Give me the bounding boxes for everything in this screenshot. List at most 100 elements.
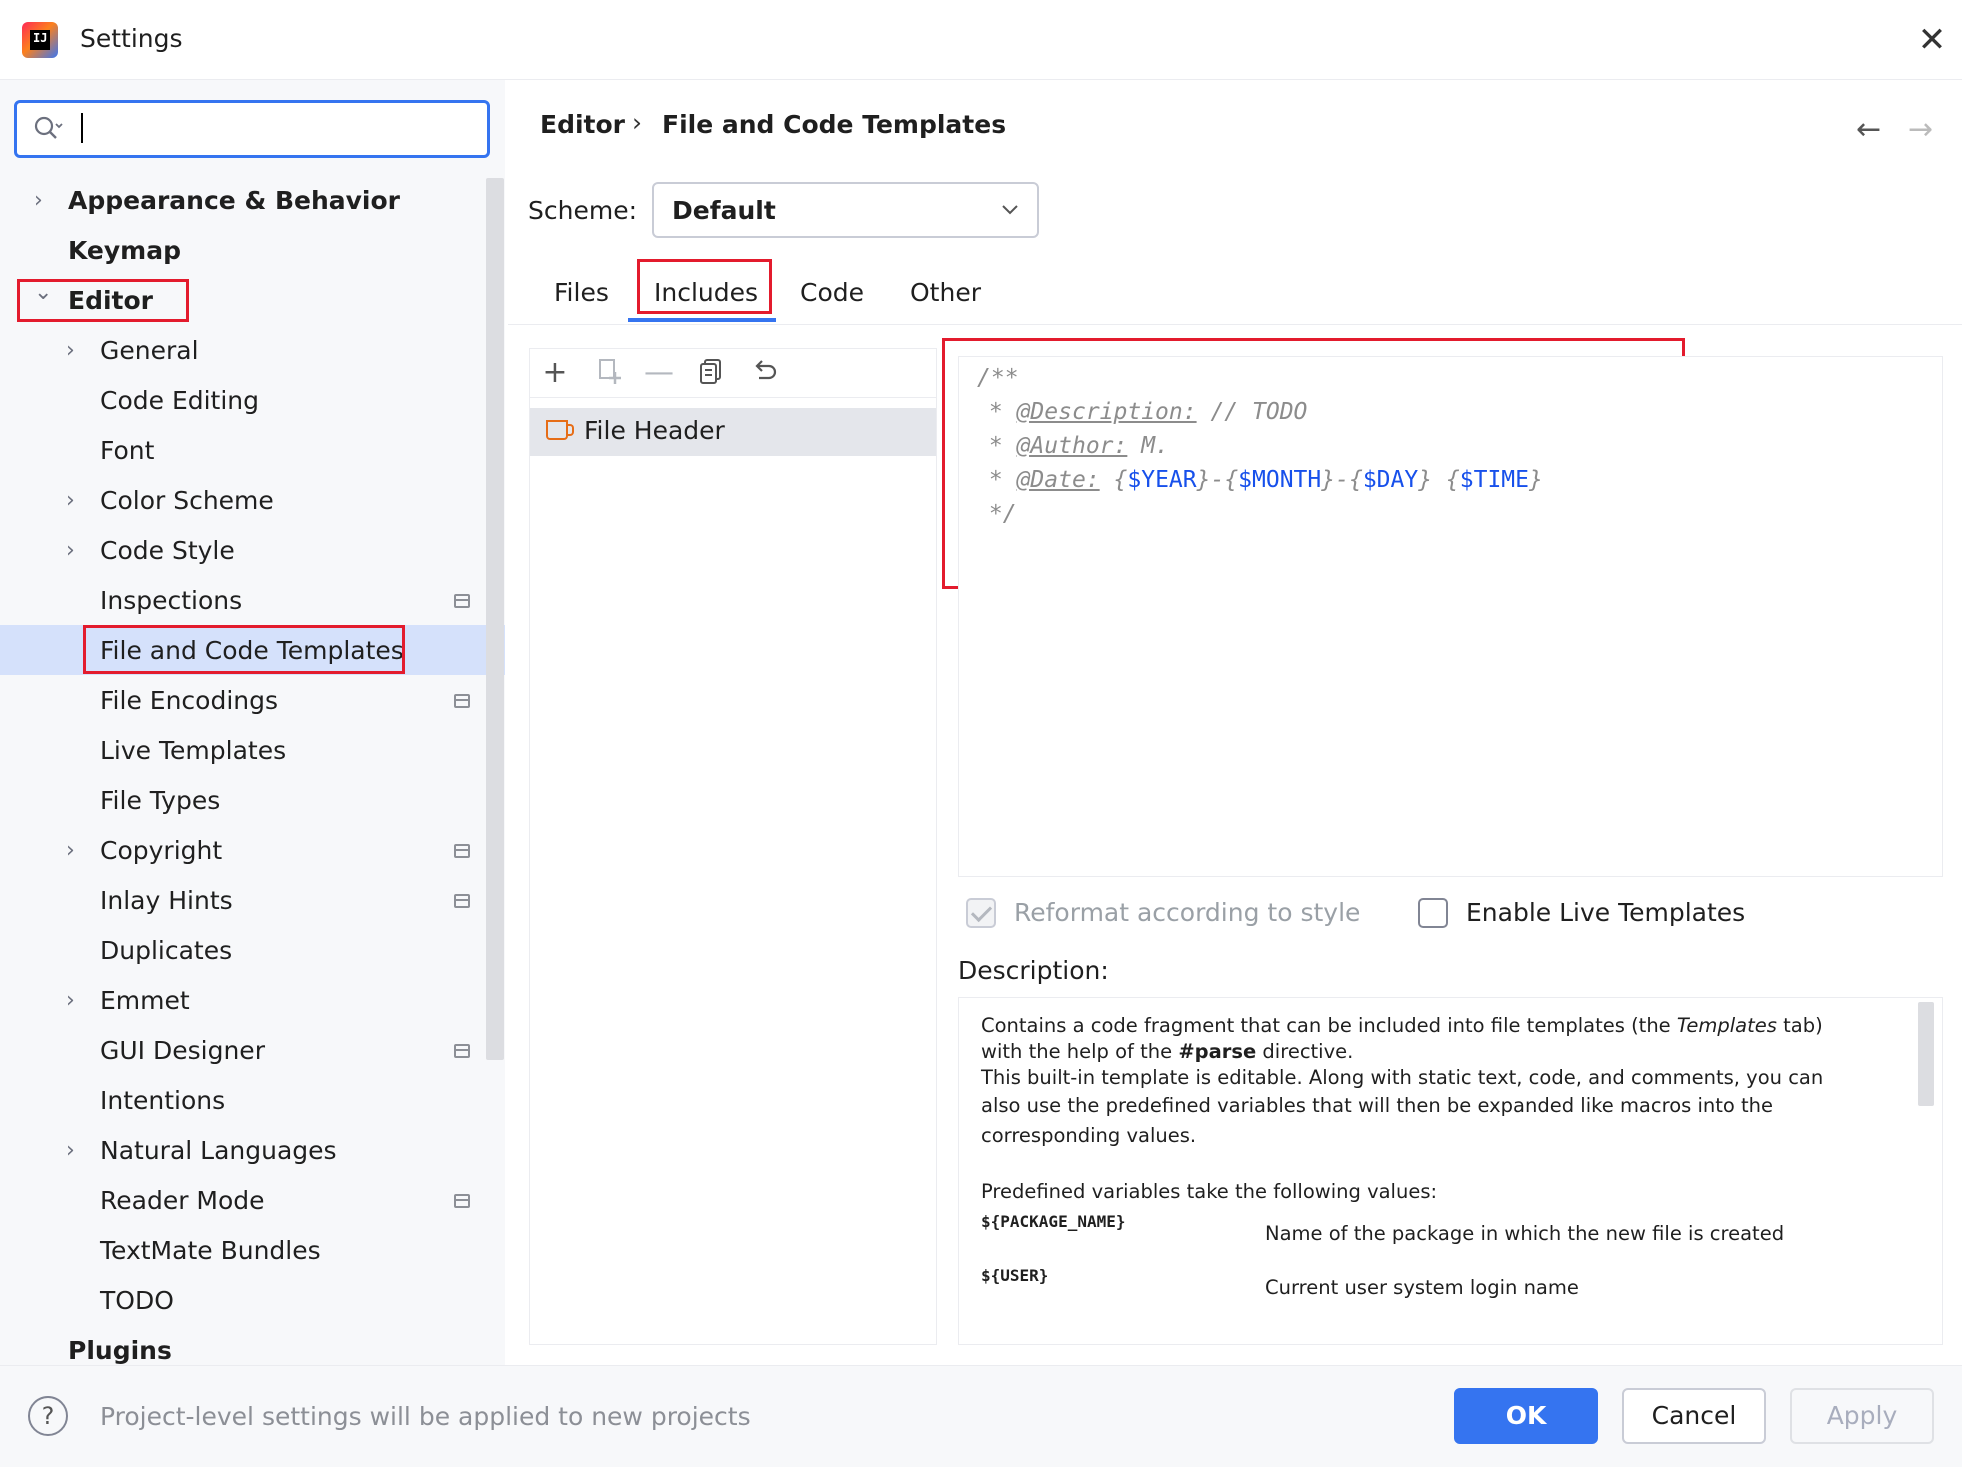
comment-star: * [988, 433, 1003, 459]
back-arrow-icon[interactable]: ← [1856, 112, 1881, 147]
page-title: File and Code Templates [662, 110, 1007, 139]
project-level-icon [454, 594, 470, 608]
variable-month: $MONTH [1238, 467, 1322, 493]
intellij-logo-icon: IJ [22, 22, 58, 58]
description-line-6: Predefined variables take the following … [981, 1180, 1438, 1203]
project-level-icon [454, 844, 470, 858]
title-bar [0, 0, 1962, 80]
code-line-5: */ [975, 501, 1017, 527]
description-line-4: also use the predefined variables that w… [981, 1094, 1774, 1117]
template-include-icon [546, 420, 574, 440]
sidebar-item-file-and-code-templates[interactable]: File and Code Templates [100, 626, 404, 676]
scheme-label: Scheme: [528, 196, 637, 225]
breadcrumb-separator: › [632, 108, 642, 137]
sidebar-item-duplicates[interactable]: Duplicates [100, 926, 232, 976]
tab-code[interactable]: Code [800, 278, 864, 307]
description-line-3: This built-in template is editable. Alon… [981, 1066, 1824, 1089]
sidebar-item-emmet[interactable]: Emmet [100, 976, 190, 1026]
sidebar-item-font[interactable]: Font [100, 426, 154, 476]
footer-note: Project-level settings will be applied t… [100, 1402, 751, 1431]
comment-open: /** [977, 365, 1019, 391]
chevron-right-icon[interactable]: › [66, 1126, 75, 1176]
author-value: M. [1141, 433, 1169, 459]
sidebar-item-code-style[interactable]: Code Style [100, 526, 235, 576]
sidebar-item-inlay-hints[interactable]: Inlay Hints [100, 876, 233, 926]
template-list-panel [529, 348, 937, 1345]
chevron-right-icon[interactable]: › [34, 176, 43, 226]
comment-star: * [988, 467, 1003, 493]
settings-search-input[interactable] [14, 100, 490, 158]
sidebar-item-inspections[interactable]: Inspections [100, 576, 242, 626]
chevron-down-icon[interactable]: ⌄ [34, 268, 52, 318]
variable-description: Current user system login name [1265, 1276, 1579, 1299]
description-value: // TODO [1210, 399, 1308, 425]
sidebar-scrollbar[interactable] [486, 178, 504, 1060]
project-level-icon [454, 1044, 470, 1058]
tab-files[interactable]: Files [554, 278, 609, 307]
variable-name: ${PACKAGE_NAME} [981, 1212, 1126, 1231]
template-code-editor[interactable]: /** * @Description: // TODO * @Author: M… [958, 356, 1943, 877]
copy-icon[interactable] [695, 356, 727, 390]
enable-live-templates-checkbox[interactable] [1418, 898, 1448, 928]
sidebar-item-live-templates[interactable]: Live Templates [100, 726, 286, 776]
sidebar-item-todo[interactable]: TODO [100, 1276, 174, 1326]
project-level-icon [454, 694, 470, 708]
sidebar-item-gui-designer[interactable]: GUI Designer [100, 1026, 265, 1076]
chevron-right-icon[interactable]: › [66, 326, 75, 376]
project-level-icon [454, 894, 470, 908]
description-line-1: Contains a code fragment that can be inc… [981, 1014, 1823, 1037]
description-label: Description: [958, 956, 1109, 985]
sidebar-item-file-encodings[interactable]: File Encodings [100, 676, 278, 726]
scheme-dropdown[interactable]: Default [652, 182, 1039, 238]
help-icon[interactable]: ? [28, 1396, 68, 1436]
enable-live-templates-label[interactable]: Enable Live Templates [1466, 898, 1745, 927]
list-item-file-header[interactable]: File Header [530, 408, 936, 456]
close-icon[interactable]: ✕ [1912, 22, 1952, 62]
cancel-button[interactable]: Cancel [1622, 1388, 1766, 1444]
sidebar-item-intentions[interactable]: Intentions [100, 1076, 225, 1126]
comment-star: * [988, 399, 1003, 425]
code-line-4: * @Date: {$YEAR}-{$MONTH}-{$DAY} {$TIME} [988, 467, 1543, 493]
sidebar-item-keymap[interactable]: Keymap [68, 226, 181, 276]
author-tag: @Author: [1016, 433, 1128, 459]
sidebar-item-copyright[interactable]: Copyright [100, 826, 222, 876]
reset-icon[interactable] [748, 356, 780, 390]
sidebar-item-natural-languages[interactable]: Natural Languages [100, 1126, 337, 1176]
description-tag: @Description: [1016, 399, 1197, 425]
variable-name: ${USER} [981, 1266, 1049, 1285]
code-line-1: /** [977, 365, 1019, 391]
sidebar-item-appearance-behavior[interactable]: Appearance & Behavior [68, 176, 400, 226]
chevron-down-icon [1002, 205, 1018, 215]
chevron-right-icon[interactable]: › [66, 476, 75, 526]
remove-icon: — [644, 355, 674, 390]
reformat-checkbox [966, 898, 996, 928]
description-panel: Contains a code fragment that can be inc… [958, 997, 1943, 1345]
sidebar-item-code-editing[interactable]: Code Editing [100, 376, 259, 426]
project-level-icon [454, 1194, 470, 1208]
comment-close: */ [988, 501, 1017, 527]
sidebar-item-editor[interactable]: Editor [68, 276, 153, 326]
variable-description: Name of the package in which the new fil… [1265, 1222, 1785, 1245]
breadcrumb-parent[interactable]: Editor [540, 110, 625, 139]
ok-button[interactable]: OK [1454, 1388, 1598, 1444]
chevron-right-icon[interactable]: › [66, 826, 75, 876]
date-tag: @Date: [1016, 467, 1100, 493]
add-child-icon [594, 356, 626, 390]
sidebar-item-general[interactable]: General [100, 326, 199, 376]
search-icon [34, 116, 63, 139]
code-line-2: * @Description: // TODO [975, 399, 1308, 425]
chevron-right-icon[interactable]: › [66, 526, 75, 576]
apply-button: Apply [1790, 1388, 1934, 1444]
sidebar-item-reader-mode[interactable]: Reader Mode [100, 1176, 265, 1226]
add-icon[interactable]: + [539, 356, 571, 390]
sidebar-item-file-types[interactable]: File Types [100, 776, 220, 826]
description-line-5: corresponding values. [981, 1124, 1197, 1147]
tab-other[interactable]: Other [910, 278, 981, 307]
tab-includes[interactable]: Includes [654, 278, 758, 307]
sidebar-item-color-scheme[interactable]: Color Scheme [100, 476, 274, 526]
list-item-label: File Header [584, 416, 725, 445]
active-tab-indicator [628, 318, 776, 322]
chevron-right-icon[interactable]: › [66, 976, 75, 1026]
sidebar-item-textmate-bundles[interactable]: TextMate Bundles [100, 1226, 321, 1276]
description-scrollbar[interactable] [1918, 1002, 1934, 1106]
